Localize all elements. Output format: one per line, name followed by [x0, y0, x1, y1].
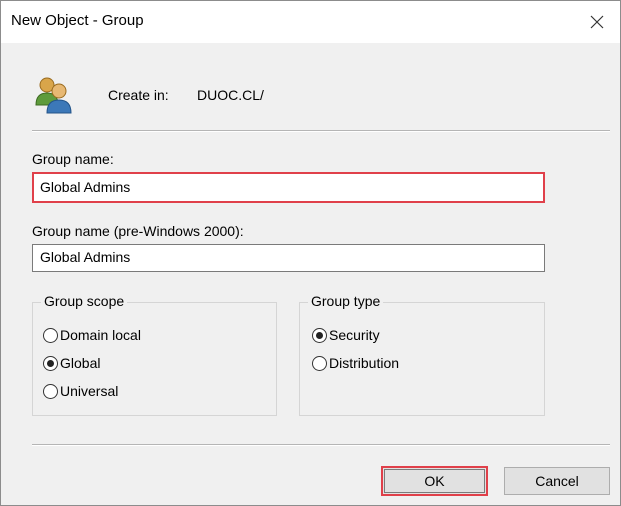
title-bar: New Object - Group	[1, 1, 620, 43]
radio-dot	[47, 359, 54, 367]
close-icon	[590, 15, 604, 29]
radio-distribution-label: Distribution	[329, 355, 400, 371]
radio-domain-local[interactable]: Domain local	[43, 327, 141, 343]
group-name-pre2000-input[interactable]: Global Admins	[32, 244, 545, 272]
group-name-input[interactable]: Global Admins	[32, 172, 545, 203]
users-icon	[35, 77, 72, 114]
group-name-pre2000-label: Group name (pre-Windows 2000):	[32, 223, 244, 239]
ok-button[interactable]: OK	[381, 466, 488, 496]
window-title: New Object - Group	[11, 12, 144, 29]
cancel-button[interactable]: Cancel	[504, 467, 610, 495]
radio-circle	[312, 355, 327, 371]
radio-circle	[43, 355, 58, 371]
radio-security[interactable]: Security	[312, 327, 380, 343]
group-scope-legend: Group scope	[41, 293, 128, 309]
radio-universal-label: Universal	[60, 383, 119, 399]
create-in-label: Create in:	[108, 87, 169, 103]
radio-domain-local-label: Domain local	[60, 327, 141, 343]
create-in-value: DUOC.CL/	[197, 87, 264, 103]
radio-circle	[312, 327, 327, 343]
top-separator	[32, 130, 610, 132]
ok-focus-border	[384, 469, 485, 493]
radio-distribution[interactable]: Distribution	[312, 355, 399, 371]
radio-global-label: Global	[60, 355, 101, 371]
radio-universal[interactable]: Universal	[43, 383, 118, 399]
bottom-separator	[32, 444, 610, 446]
new-object-group-dialog: New Object - Group Create in: DUOC.CL/ G…	[0, 0, 621, 506]
radio-dot	[316, 331, 323, 339]
radio-circle	[43, 327, 58, 343]
group-type-legend: Group type	[308, 293, 384, 309]
group-name-label: Group name:	[32, 151, 114, 167]
cancel-button-label: Cancel	[535, 473, 579, 489]
close-button[interactable]	[574, 1, 620, 43]
radio-security-label: Security	[329, 327, 380, 343]
group-type-box: Group type Security Distribution	[299, 293, 545, 416]
radio-global[interactable]: Global	[43, 355, 100, 371]
group-scope-box: Group scope Domain local Global Universa…	[32, 293, 277, 416]
radio-circle	[43, 383, 58, 399]
